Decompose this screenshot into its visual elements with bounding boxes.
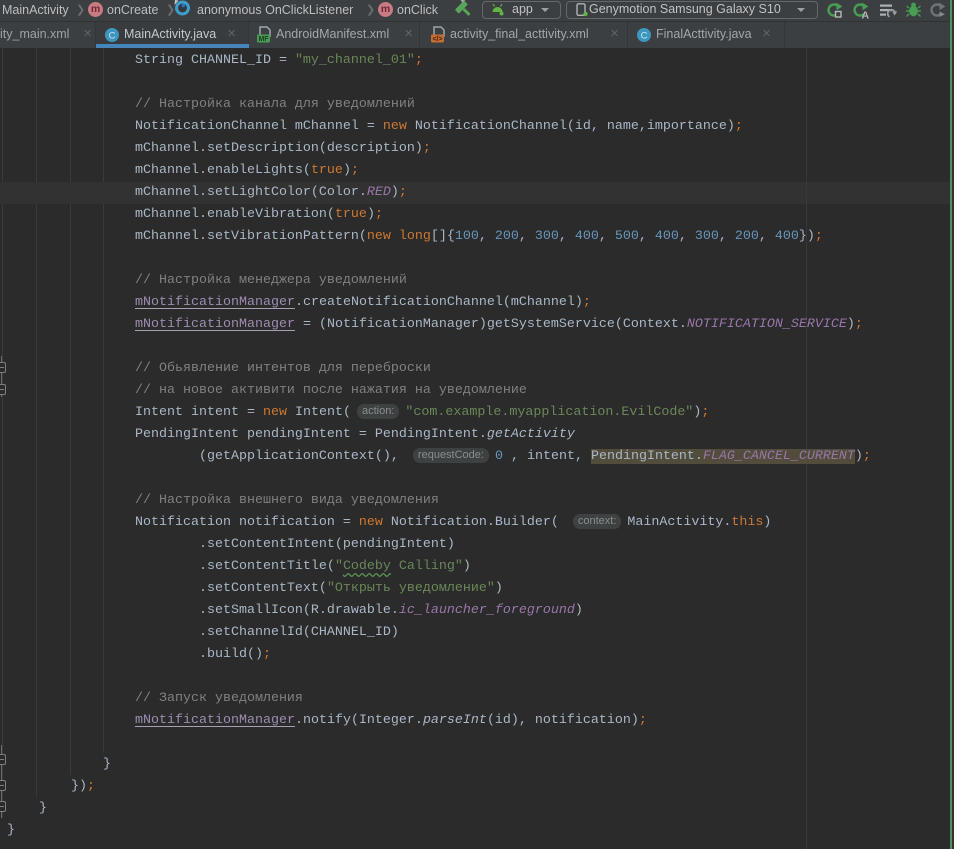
svg-text:MF: MF <box>258 36 269 43</box>
svg-text:C: C <box>109 31 116 42</box>
svg-text:</>: </> <box>432 36 442 43</box>
svg-text:A: A <box>862 10 870 20</box>
svg-text:C: C <box>641 31 648 42</box>
